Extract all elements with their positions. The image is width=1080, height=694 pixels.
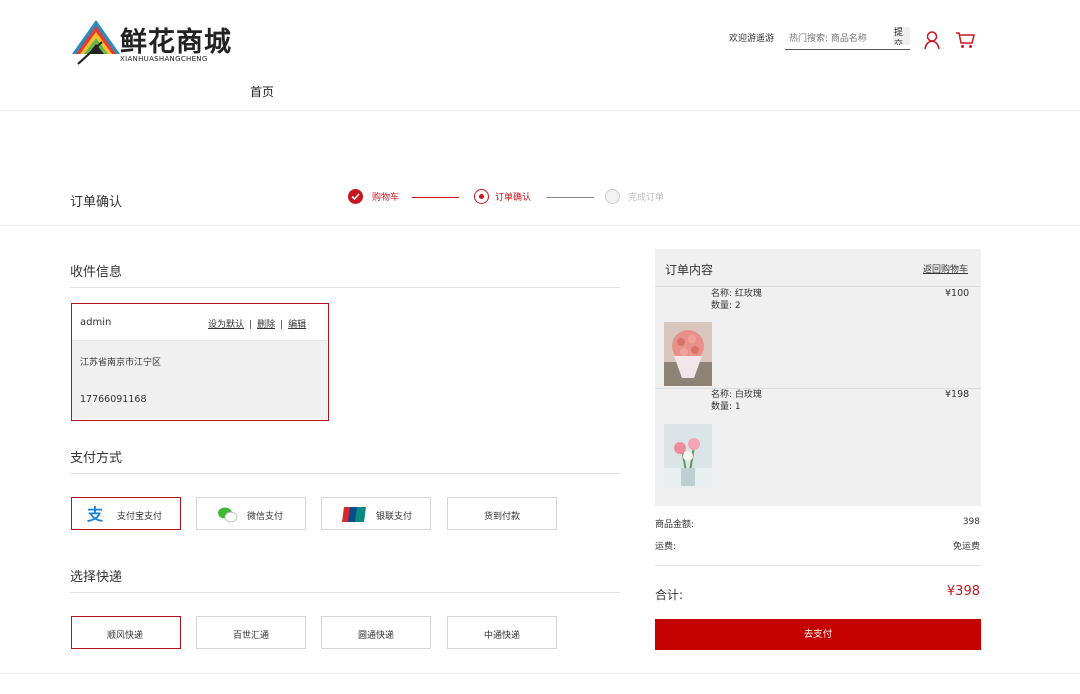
address-card-header: admin 设为默认 | 删除 | 编辑 (72, 304, 327, 341)
goods-amount-label: 商品金额: (655, 520, 695, 530)
unionpay-icon (342, 507, 366, 522)
payment-option-label: 银联支付 (376, 512, 413, 522)
section-divider (70, 287, 620, 288)
address-card[interactable]: admin 设为默认 | 删除 | 编辑 江苏省南京市江宁区 17766091168 (71, 303, 329, 421)
address-phone: 17766091168 (80, 394, 147, 405)
payment-option-alipay[interactable]: 支 支付宝支付 (71, 497, 181, 530)
welcome-text: 欢迎游遥游 (729, 34, 775, 44)
section-divider (70, 592, 620, 593)
header-divider (0, 110, 1080, 111)
shipping-section-title: 收件信息 (70, 265, 123, 280)
item-name: 名称: 红玫瑰 (711, 289, 762, 299)
title-divider (0, 225, 1080, 226)
address-text: 江苏省南京市江宁区 (80, 358, 162, 368)
express-option-bestex[interactable]: 百世汇通 (196, 616, 306, 649)
section-divider (70, 473, 620, 474)
shipping-fee-value: 免运费 (952, 542, 980, 552)
step-cart-label: 购物车 (372, 193, 400, 203)
white-rose-bouquet-image (664, 424, 712, 488)
order-content-panel: 订单内容 返回购物车 名称: 红玫瑰 数量: 2 ¥100 名称: 白玫瑰 数量… (655, 249, 981, 506)
edit-address-link[interactable]: 编辑 (288, 320, 306, 330)
express-option-label: 顺风快递 (107, 631, 144, 641)
goods-amount-value: 398 (962, 517, 980, 527)
express-section-title: 选择快递 (70, 570, 123, 585)
order-content-title: 订单内容 (665, 263, 714, 277)
shipping-fee-row: 运费: 免运费 (655, 539, 981, 552)
item-qty: 数量: 1 (711, 402, 741, 412)
express-option-yto[interactable]: 圆通快递 (321, 616, 431, 649)
step-done-icon (348, 189, 363, 204)
express-option-label: 圆通快递 (358, 631, 395, 641)
express-option-label: 中通快递 (484, 631, 521, 641)
pay-button[interactable]: 去支付 (655, 619, 981, 650)
address-name: admin (80, 317, 112, 328)
alipay-icon: 支 (86, 505, 104, 523)
cart-icon[interactable] (955, 31, 975, 49)
item-price: ¥198 (945, 389, 970, 400)
footer-divider (0, 673, 1080, 674)
set-default-link[interactable]: 设为默认 (208, 320, 244, 330)
wechat-icon (218, 507, 238, 523)
red-rose-bouquet-image (664, 322, 712, 386)
svg-text:支: 支 (86, 505, 104, 523)
page-title: 订单确认 (70, 195, 123, 210)
step-connector (547, 197, 594, 198)
address-actions: 设为默认 | 删除 | 编辑 (208, 320, 307, 330)
express-option-label: 百世汇通 (233, 631, 270, 641)
address-card-body: 江苏省南京市江宁区 17766091168 (72, 341, 327, 419)
step-complete-label: 完成订单 (628, 193, 665, 203)
step-current-icon (474, 189, 489, 204)
item-price: ¥100 (945, 288, 970, 299)
payment-option-unionpay[interactable]: 银联支付 (321, 497, 431, 530)
step-pending-icon (605, 189, 620, 204)
payment-option-label: 货到付款 (484, 512, 521, 522)
logo-subtitle: XIANHUASHANGCHENG (120, 55, 208, 63)
step-connector (412, 197, 459, 198)
step-confirm-label: 订单确认 (495, 193, 532, 203)
back-to-cart-link[interactable]: 返回购物车 (923, 262, 968, 275)
summary-divider (655, 565, 981, 566)
payment-option-wechat[interactable]: 微信支付 (196, 497, 306, 530)
payment-option-label: 微信支付 (247, 512, 284, 522)
total-label: 合计: (655, 588, 684, 602)
total-value: ¥398 (946, 584, 980, 599)
logo-title: 鲜花商城 (120, 27, 232, 58)
delete-address-link[interactable]: 删除 (257, 320, 275, 330)
nav-home-link[interactable]: 首页 (250, 83, 274, 100)
user-icon[interactable] (922, 30, 942, 50)
express-option-zto[interactable]: 中通快递 (447, 616, 557, 649)
payment-option-label: 支付宝支付 (117, 512, 163, 522)
panel-divider (655, 286, 981, 287)
payment-option-cod[interactable]: 货到付款 (447, 497, 557, 530)
search-input[interactable] (785, 28, 910, 50)
payment-section-title: 支付方式 (70, 451, 123, 466)
shipping-fee-label: 运费: (655, 542, 677, 552)
panel-divider (655, 388, 981, 389)
item-qty: 数量: 2 (711, 301, 741, 311)
item-name: 名称: 白玫瑰 (711, 390, 762, 400)
goods-amount-row: 商品金额: 398 (655, 517, 981, 530)
express-option-sf[interactable]: 顺风快递 (71, 616, 181, 649)
search-submit-button[interactable]: 提交 (893, 27, 910, 45)
